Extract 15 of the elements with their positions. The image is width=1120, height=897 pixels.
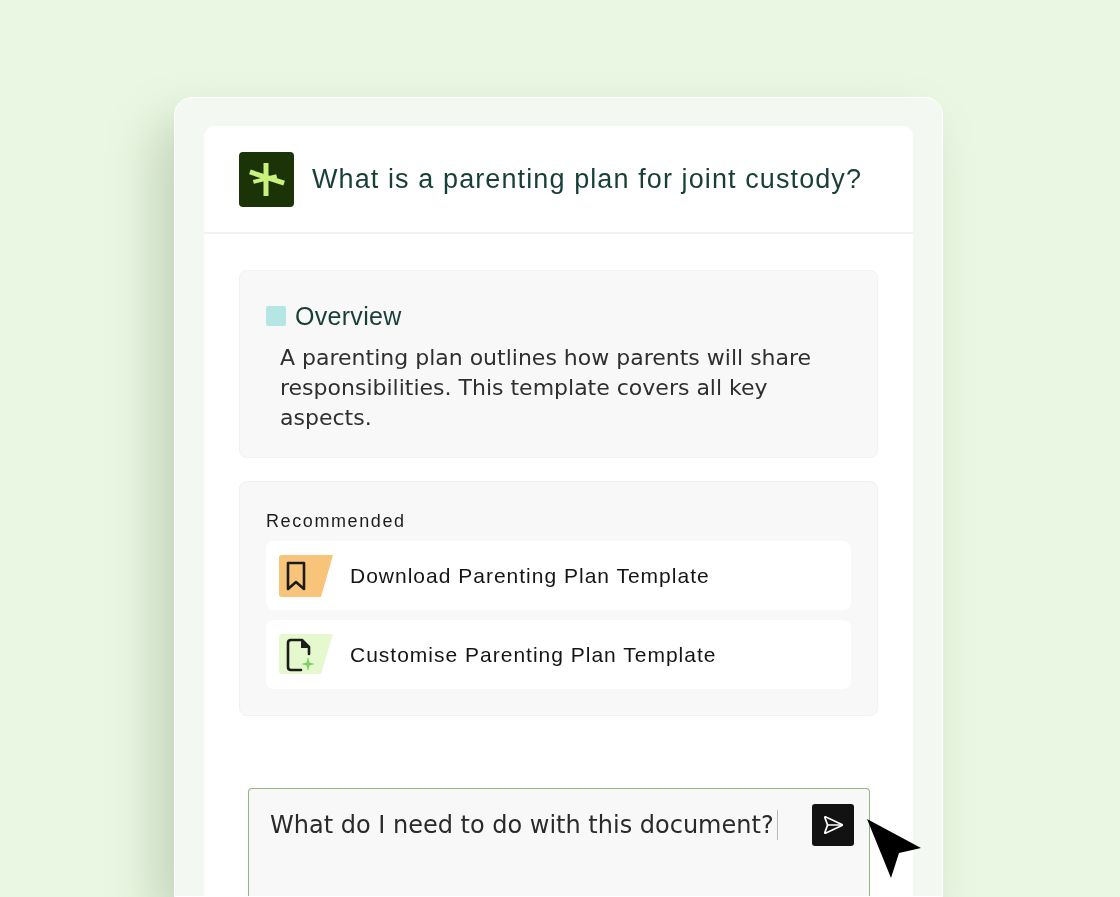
send-icon: [822, 814, 844, 836]
document-sparkle-icon: [279, 633, 333, 676]
mouse-pointer-icon: [866, 818, 922, 880]
text-caret-icon: [776, 810, 778, 840]
overview-text: A parenting plan outlines how parents will share responsibilities. This template covers all key aspects.: [280, 344, 813, 432]
recommended-heading: Recommended: [266, 510, 407, 532]
recommended-item[interactable]: Customise Parenting Plan Template: [266, 620, 851, 689]
overview-heading: Overview: [295, 301, 402, 331]
question-title: What is a parenting plan for joint custody?: [312, 163, 863, 196]
square-icon: [266, 306, 286, 326]
recommended-item[interactable]: Download Parenting Plan Template: [266, 541, 851, 610]
message-input[interactable]: What do I need to do with this document?: [248, 788, 870, 896]
send-button[interactable]: [812, 804, 854, 846]
bookmark-icon: [279, 554, 333, 597]
logo-icon: [239, 151, 294, 207]
